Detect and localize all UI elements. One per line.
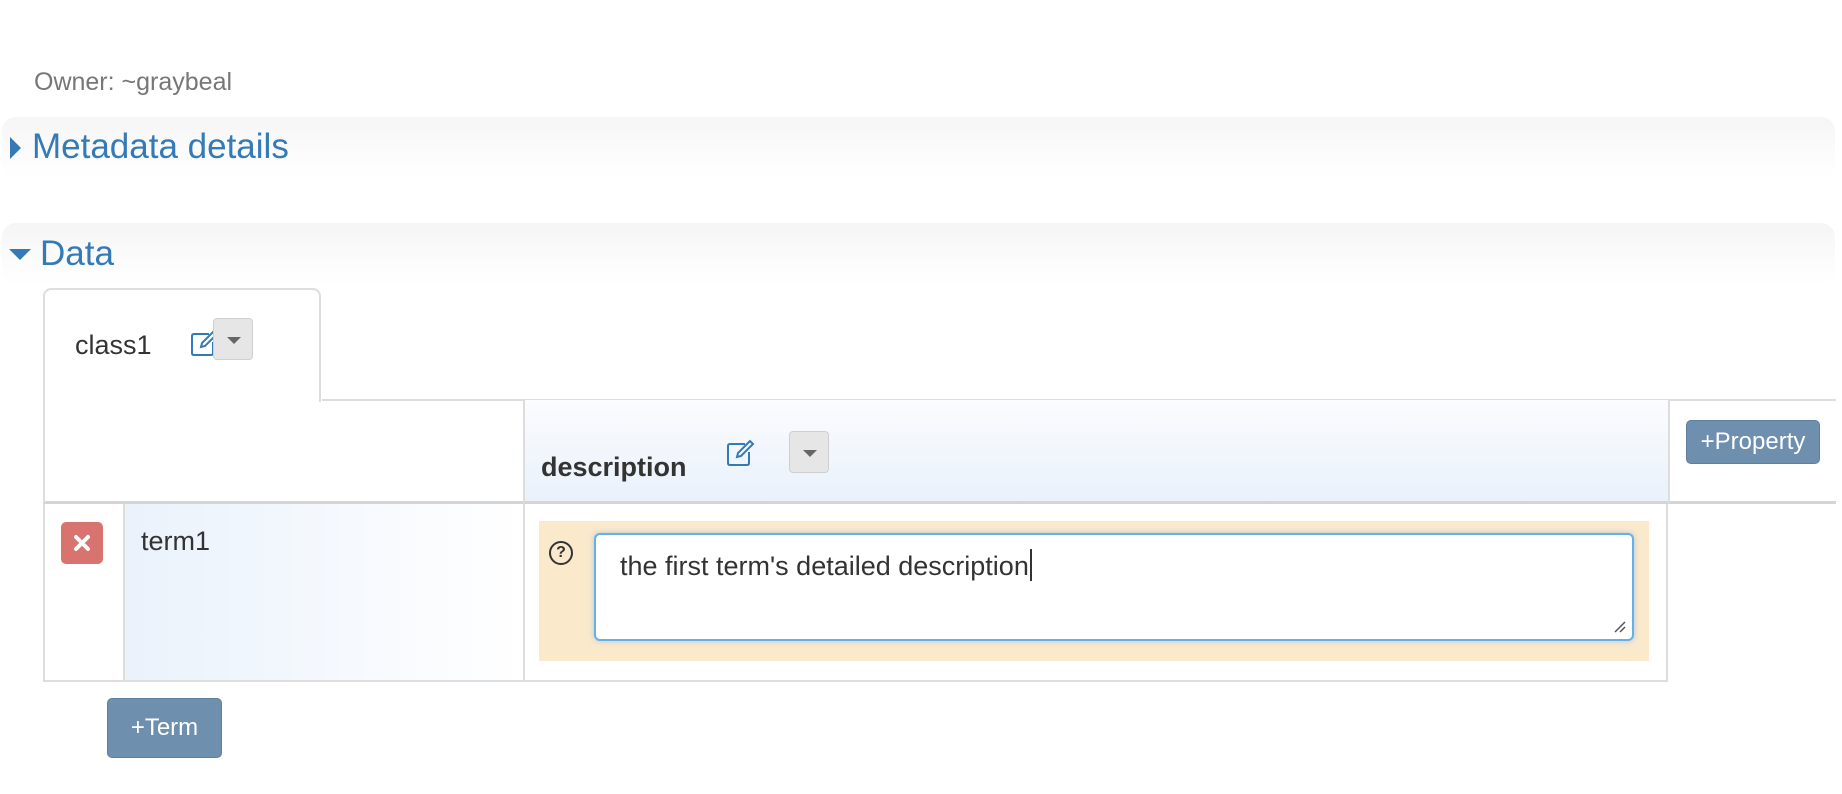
table-header-term-column	[43, 400, 523, 504]
terms-table: description +Property term1 ? the first …	[43, 400, 1836, 682]
property-column-title: description	[541, 452, 687, 482]
add-property-header: +Property	[1668, 400, 1836, 504]
description-textarea[interactable]: the first term's detailed description	[594, 533, 1634, 641]
tab-label: class1	[75, 330, 152, 360]
caret-down-icon[interactable]	[9, 249, 31, 260]
caret-right-icon[interactable]	[10, 137, 21, 159]
owner-label: Owner: ~graybeal	[34, 68, 233, 96]
add-term-button[interactable]: +Term	[107, 698, 222, 758]
term-cell: term1	[125, 504, 525, 680]
edit-icon[interactable]	[725, 438, 755, 468]
term-name: term1	[141, 526, 211, 556]
text-cursor	[1029, 549, 1032, 581]
property-menu-button[interactable]	[789, 431, 829, 473]
property-column-header: description	[523, 400, 1668, 504]
table-row: term1 ? the first term's detailed descri…	[43, 504, 1668, 682]
question-icon[interactable]: ?	[549, 541, 573, 565]
delete-term-button[interactable]	[61, 522, 103, 564]
close-icon	[74, 535, 90, 551]
description-text: the first term's detailed description	[620, 551, 1029, 581]
data-section-header[interactable]	[2, 223, 1835, 285]
description-cell: ? the first term's detailed description	[523, 504, 1668, 680]
delete-cell	[45, 504, 125, 680]
data-section-toggle[interactable]: Data	[40, 234, 114, 274]
caret-down-icon	[227, 337, 241, 344]
description-value-box: ? the first term's detailed description	[539, 521, 1649, 661]
resize-grip-icon[interactable]	[1612, 619, 1626, 633]
tab-class1[interactable]: class1	[43, 288, 321, 402]
add-property-button[interactable]: +Property	[1686, 420, 1820, 464]
tab-menu-button[interactable]	[213, 318, 253, 360]
metadata-details-toggle[interactable]: Metadata details	[32, 127, 289, 167]
caret-down-icon	[803, 450, 817, 457]
